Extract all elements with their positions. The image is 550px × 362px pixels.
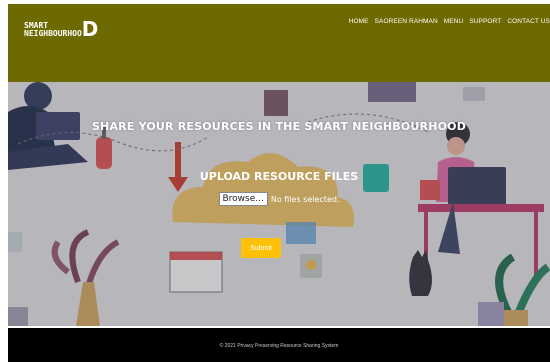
site-header: SMART NEIGHBOURHOO D HOME SAOREEN RAHMAN… <box>8 4 550 82</box>
hero-section: SHARE YOUR RESOURCES IN THE SMART NEIGHB… <box>8 82 550 326</box>
logo[interactable]: SMART NEIGHBOURHOO D <box>24 16 99 41</box>
upload-title: UPLOAD RESOURCE FILES <box>199 170 359 183</box>
submit-button[interactable]: Submit <box>241 238 281 258</box>
browse-button[interactable]: Browse... <box>218 192 268 206</box>
nav-contact[interactable]: CONTACT US <box>507 18 550 25</box>
nav-user[interactable]: SAOREEN RAHMAN <box>375 18 438 25</box>
page: SMART NEIGHBOURHOO D HOME SAOREEN RAHMAN… <box>0 0 550 362</box>
logo-words: SMART NEIGHBOURHOO <box>24 22 82 38</box>
hero-title: SHARE YOUR RESOURCES IN THE SMART NEIGHB… <box>91 120 467 133</box>
file-status-text: No files selected. <box>270 194 340 204</box>
nav-support[interactable]: SUPPORT <box>469 18 501 25</box>
logo-line-2: NEIGHBOURHOO <box>24 29 82 38</box>
main-nav: HOME SAOREEN RAHMAN MENU SUPPORT CONTACT… <box>349 18 550 25</box>
site-footer: © 2021 Privacy Preserving Resource Shari… <box>8 328 550 362</box>
nav-home[interactable]: HOME <box>349 18 369 25</box>
logo-big-letter: D <box>81 17 99 41</box>
file-input-row: Browse... No files selected. <box>8 192 550 206</box>
copyright-text: © 2021 Privacy Preserving Resource Shari… <box>219 343 339 349</box>
nav-menu[interactable]: MENU <box>444 18 464 25</box>
